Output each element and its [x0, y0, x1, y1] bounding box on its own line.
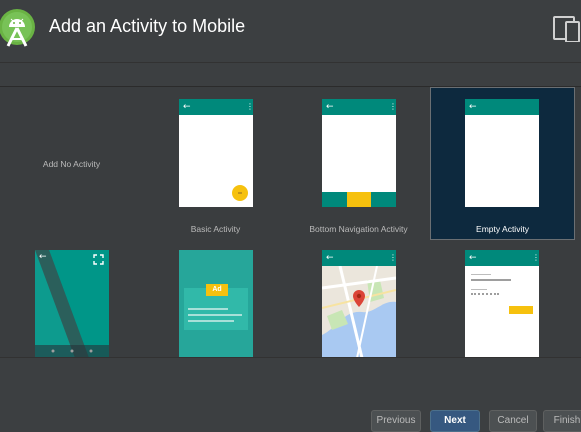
template-bottom-navigation-activity[interactable]: ← ⋮ Bottom Navigation Activity [287, 87, 430, 238]
overflow-menu-icon: ⋮ [389, 101, 396, 113]
template-login-activity[interactable]: ← ⋮ [430, 239, 573, 357]
fullscreen-diagonal [35, 250, 109, 357]
finish-button[interactable]: Finish [543, 410, 581, 432]
android-studio-logo-icon [0, 9, 35, 47]
back-arrow-icon: ← [469, 102, 477, 112]
ad-text-line [188, 308, 228, 310]
password-field-dots [471, 293, 499, 298]
empty-activity-preview: ← [465, 99, 539, 207]
back-arrow-icon: ← [183, 102, 191, 112]
back-arrow-icon: ← [39, 252, 47, 262]
maps-preview: ← ⋮ [322, 250, 396, 357]
overflow-menu-icon: ⋮ [389, 252, 396, 264]
basic-activity-preview: ← ⋮ [179, 99, 253, 207]
back-arrow-icon: ← [326, 102, 334, 112]
ad-text-line [188, 314, 242, 316]
template-label: Bottom Navigation Activity [309, 224, 408, 234]
ad-badge: Ad [206, 284, 228, 296]
app-bar: ← [465, 99, 539, 115]
template-empty-activity[interactable]: ← Empty Activity [430, 87, 575, 240]
app-bar: ← ⋮ [322, 99, 396, 115]
template-label: Empty Activity [476, 224, 529, 234]
template-label: Add No Activity [42, 159, 101, 169]
sign-in-button-preview [509, 306, 533, 314]
overflow-menu-icon: ⋮ [246, 101, 253, 113]
back-arrow-icon: ← [326, 253, 334, 263]
previous-button[interactable]: Previous [371, 410, 421, 432]
template-admob-activity[interactable]: Ad [144, 239, 287, 357]
next-button[interactable]: Next [430, 410, 480, 432]
cancel-button[interactable]: Cancel [489, 410, 537, 432]
fab-icon [232, 185, 248, 201]
ad-banner: Ad [184, 284, 248, 330]
email-field-hint [471, 274, 491, 275]
bottom-nav-preview: ← ⋮ [322, 99, 396, 207]
password-field-hint [471, 289, 487, 290]
ad-text-line [188, 320, 234, 322]
fullscreen-preview: ← [35, 250, 109, 357]
phone-tablet-icon [553, 16, 580, 42]
admob-preview: Ad [179, 250, 253, 357]
activity-template-gallery[interactable]: Add No Activity ← ⋮ Basic Activity ← ⋮ B… [0, 86, 581, 357]
back-arrow-icon: ← [469, 253, 477, 263]
login-preview: ← ⋮ [465, 250, 539, 357]
template-label: Basic Activity [190, 224, 241, 234]
bottom-nav-active-item [347, 192, 371, 207]
map-pin-icon [353, 290, 365, 307]
app-bar: ← ⋮ [179, 99, 253, 115]
app-bar: ← ⋮ [465, 250, 539, 266]
template-google-maps-activity[interactable]: ← ⋮ [287, 239, 430, 357]
email-field-line [471, 279, 511, 281]
template-add-no-activity[interactable]: Add No Activity [0, 87, 143, 238]
overflow-menu-icon: ⋮ [532, 252, 539, 264]
bottom-navigation-bar [322, 192, 396, 207]
app-bar: ← ⋮ [322, 250, 396, 266]
template-basic-activity[interactable]: ← ⋮ Basic Activity [144, 87, 287, 238]
template-fullscreen-activity[interactable]: ← [0, 239, 143, 357]
wizard-footer: Previous Next Cancel Finish [0, 357, 581, 432]
fullscreen-expand-icon [93, 254, 104, 265]
page-title: Add an Activity to Mobile [49, 16, 246, 36]
wizard-header: Add an Activity to Mobile [0, 0, 581, 63]
